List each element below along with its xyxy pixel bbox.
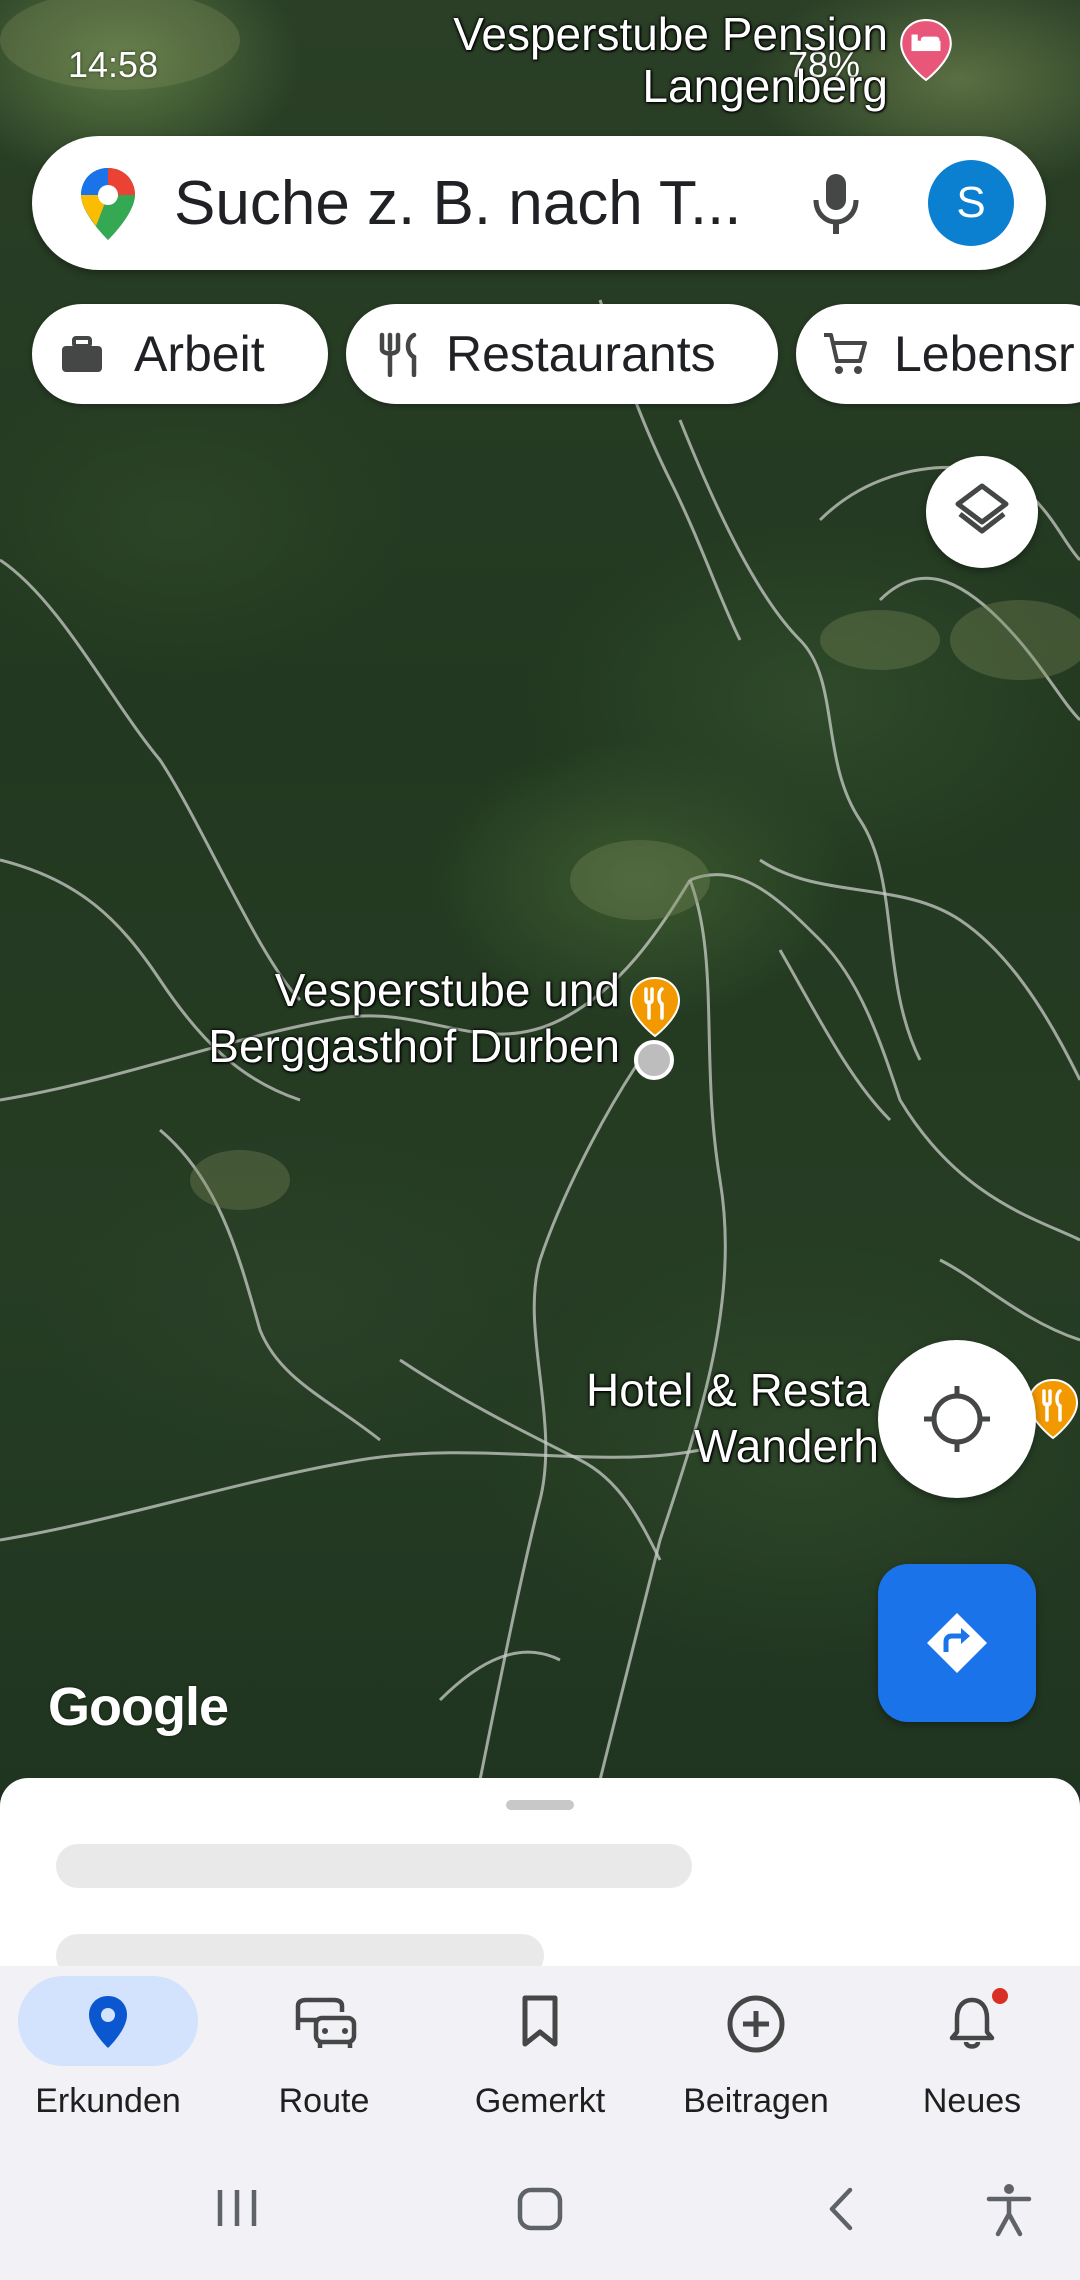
location-pin-icon	[89, 1996, 127, 2048]
nav-label: Erkunden	[35, 2082, 181, 2120]
location-marker	[634, 1040, 674, 1080]
home-icon[interactable]	[516, 2186, 564, 2232]
chip-restaurants[interactable]: Restaurants	[346, 304, 778, 404]
accessibility-icon[interactable]	[984, 2182, 1034, 2238]
my-location-button[interactable]	[878, 1340, 1036, 1498]
recent-apps-icon[interactable]	[214, 2188, 260, 2228]
layers-icon	[955, 483, 1009, 534]
bottom-sheet[interactable]	[0, 1778, 1080, 1968]
layers-button[interactable]	[926, 456, 1038, 568]
back-icon[interactable]	[824, 2186, 858, 2232]
nav-item-route[interactable]: Route	[216, 1966, 432, 2136]
map-label-line: Berggasthof Durben	[208, 1020, 620, 1072]
loading-placeholder	[56, 1844, 692, 1888]
restaurant-pin-icon[interactable]	[628, 976, 682, 1038]
sheet-drag-handle[interactable]	[506, 1800, 574, 1810]
chip-label: Restaurants	[446, 326, 716, 382]
search-bar[interactable]: Suche z. B. nach T... S	[32, 136, 1046, 270]
nav-item-erkunden[interactable]: Erkunden	[0, 1966, 216, 2136]
fork-knife-icon	[379, 332, 417, 377]
map-label-vesperstube[interactable]: Vesperstube und Berggasthof Durben	[208, 962, 620, 1074]
map-label-line: Wanderh	[694, 1420, 879, 1472]
microphone-icon[interactable]	[806, 170, 866, 236]
hotel-pin-icon[interactable]	[898, 18, 954, 82]
directions-button[interactable]	[878, 1564, 1036, 1722]
chip-lebensmittel[interactable]: Lebensr	[796, 304, 1080, 404]
google-attribution: Google	[48, 1677, 229, 1737]
nav-label: Route	[278, 2082, 370, 2120]
nav-item-gemerkt[interactable]: Gemerkt	[432, 1966, 648, 2136]
search-input[interactable]: Suche z. B. nach T...	[174, 168, 742, 239]
chip-label: Lebensr	[894, 326, 1075, 382]
cart-icon	[824, 333, 867, 374]
nav-item-beitragen[interactable]: Beitragen	[648, 1966, 864, 2136]
map-label-hotel[interactable]: Hotel & Resta Wanderh	[586, 1362, 879, 1474]
bookmark-icon	[522, 1995, 558, 2047]
directions-icon	[927, 1613, 987, 1673]
add-circle-icon	[727, 1995, 785, 2053]
map-label-pension[interactable]: Vesperstube Pension Langenberg	[453, 6, 888, 114]
chip-label: Arbeit	[134, 326, 265, 382]
account-avatar[interactable]: S	[928, 160, 1014, 246]
nav-label: Gemerkt	[474, 2082, 606, 2120]
commute-icon	[295, 1997, 357, 2048]
loading-placeholder	[56, 1934, 544, 1968]
map-label-line: Vesperstube Pension	[453, 8, 888, 60]
chip-arbeit[interactable]: Arbeit	[32, 304, 328, 404]
briefcase-icon	[62, 336, 102, 372]
map-label-line: Hotel & Resta	[586, 1364, 870, 1416]
nav-label: Beitragen	[683, 2082, 829, 2120]
map-label-line: Vesperstube und	[274, 964, 620, 1016]
bottom-navigation: Erkunden Route Gemerkt Beitragen Neues	[0, 1966, 1080, 2280]
map-label-line: Langenberg	[642, 60, 888, 112]
status-time: 14:58	[68, 44, 159, 85]
nav-label: Neues	[922, 2082, 1022, 2120]
bell-icon	[949, 1988, 1008, 2049]
nav-item-neues[interactable]: Neues	[864, 1966, 1080, 2136]
google-maps-logo-icon	[81, 168, 135, 240]
notification-badge	[992, 1988, 1008, 2004]
crosshair-icon	[924, 1386, 990, 1452]
